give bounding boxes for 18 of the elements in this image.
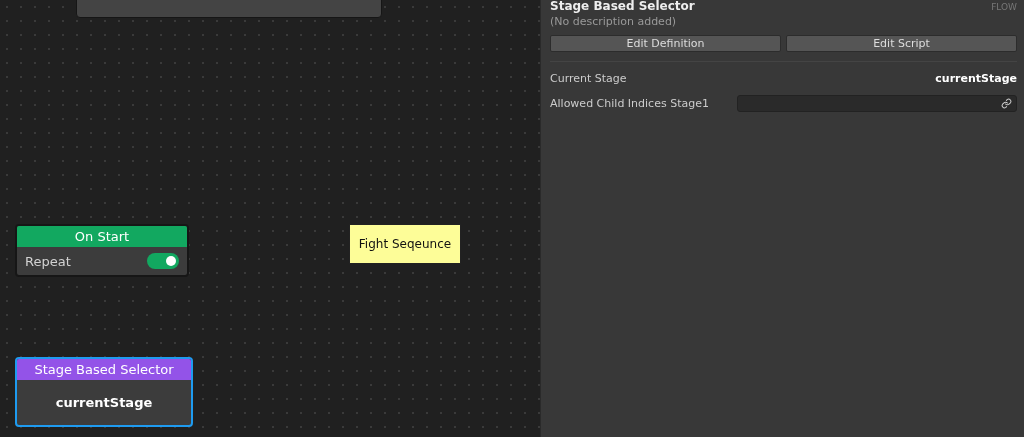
repeat-toggle[interactable] xyxy=(147,253,179,269)
edit-button[interactable]: Edit Definition xyxy=(550,35,781,52)
category-label: FLOW xyxy=(991,2,1017,12)
edit-button[interactable]: Edit Script xyxy=(786,35,1017,52)
event-node[interactable]: On Start Repeat xyxy=(15,224,189,277)
description-text: (No description added) xyxy=(550,15,678,28)
sticky-note[interactable]: Fight Seqeunce xyxy=(349,224,461,264)
field-value: currentStage xyxy=(935,72,1017,85)
node-header: Stage Based Selector xyxy=(17,359,191,380)
repeat-label: Repeat xyxy=(25,253,71,269)
link-field[interactable] xyxy=(737,95,1017,112)
node-header: On Start xyxy=(17,226,187,247)
field-label: Current Stage xyxy=(550,72,627,85)
link-icon xyxy=(1001,98,1012,109)
inspector-title: Stage Based Selector xyxy=(550,0,695,13)
node-value: currentStage xyxy=(54,394,154,412)
selector-node[interactable]: Stage Based Selector currentStage xyxy=(15,357,193,427)
field-label: Allowed Child Indices Stage1 xyxy=(550,97,709,110)
